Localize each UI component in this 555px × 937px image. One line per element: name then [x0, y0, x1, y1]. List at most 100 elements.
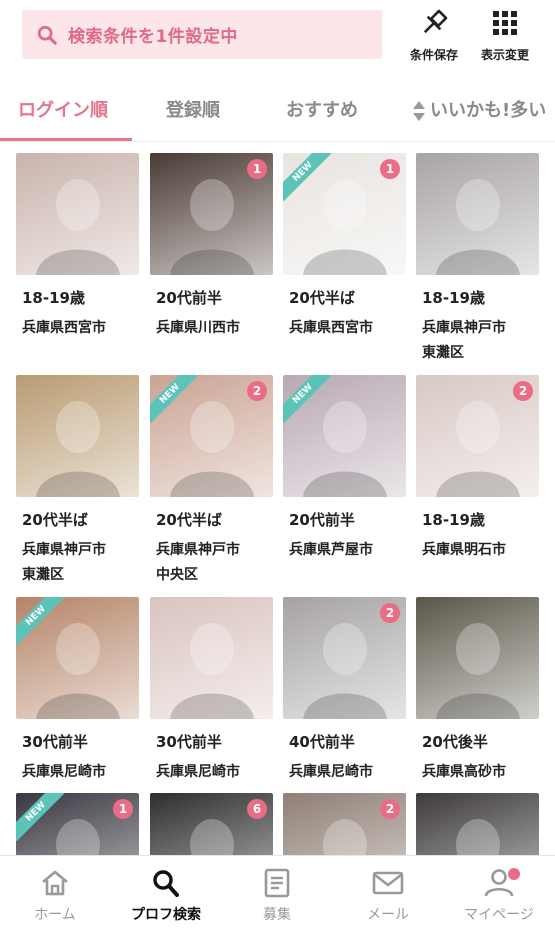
profile-card[interactable]: 18-19歳兵庫県西宮市 — [16, 153, 139, 341]
profile-location: 兵庫県川西市 — [156, 316, 273, 341]
nav-recruitment[interactable]: 募集 — [222, 868, 332, 924]
person-silhouette — [36, 401, 120, 497]
profile-location: 兵庫県高砂市 — [422, 760, 539, 785]
profile-location-ward: 東灘区 — [422, 345, 464, 361]
profile-photo: NEW 2 — [150, 375, 273, 497]
profile-location-city: 兵庫県尼崎市 — [22, 764, 106, 780]
profile-location: 兵庫県西宮市 — [289, 316, 406, 341]
new-ribbon-label: NEW — [283, 153, 331, 201]
tab-registration-order[interactable]: 登録順 — [166, 96, 220, 122]
profile-location-city: 兵庫県西宮市 — [289, 320, 373, 336]
profile-photo — [16, 153, 139, 275]
nav-mail-label: メール — [367, 907, 409, 923]
profile-age: 20代半ば — [156, 511, 222, 529]
profile-card[interactable]: 2 — [283, 793, 406, 855]
profile-card[interactable]: 18-19歳 兵庫県神戸市 東灘区 — [416, 153, 539, 366]
profile-card[interactable]: 2 40代前半 兵庫県尼崎市 — [283, 597, 406, 785]
home-icon — [42, 870, 68, 896]
new-ribbon-label: NEW — [16, 597, 64, 645]
nav-profile-search[interactable]: プロフ検索 — [111, 868, 221, 924]
profile-photo — [416, 153, 539, 275]
profile-card[interactable]: 6 — [150, 793, 273, 855]
display-change-label: 表示変更 — [480, 48, 529, 62]
profile-location-city: 兵庫県神戸市 — [22, 542, 106, 558]
new-ribbon: NEW — [283, 375, 331, 423]
profile-age: 18-19歳 — [422, 289, 485, 307]
photo-count-badge: 1 — [113, 799, 133, 819]
new-ribbon-label: NEW — [16, 793, 64, 841]
profile-location-city: 兵庫県西宮市 — [22, 320, 106, 336]
new-ribbon-label: NEW — [283, 375, 331, 423]
profile-location-city: 兵庫県芦屋市 — [289, 542, 373, 558]
profile-location: 兵庫県尼崎市 — [22, 760, 139, 785]
new-ribbon: NEW — [16, 597, 64, 645]
profile-photo: NEW 1 — [16, 793, 139, 855]
profile-card[interactable]: 20代後半兵庫県高砂市 — [416, 597, 539, 785]
grid-icon — [493, 11, 517, 35]
tabs-divider — [0, 141, 555, 142]
profile-age: 20代前半 — [156, 289, 222, 307]
profile-card[interactable]: 1 20代前半 兵庫県川西市 — [150, 153, 273, 341]
search-condition-label: 検索条件を1件設定中 — [68, 27, 238, 47]
tab-likes-most-label: いいかも!多い — [430, 100, 547, 121]
sort-icon — [413, 101, 425, 121]
profile-age: 20代半ば — [22, 511, 88, 529]
nav-mypage-label: マイページ — [464, 907, 534, 923]
display-change-button[interactable]: 表示変更 — [473, 8, 537, 63]
profile-photo — [416, 793, 539, 855]
nav-home-label: ホーム — [34, 907, 76, 923]
profile-location: 兵庫県尼崎市 — [156, 760, 273, 785]
profile-grid: 18-19歳 兵庫県西宮市 1 20代前半 兵庫県川西市 NEW 1 20代半ば 兵庫県西宮市 1… — [16, 153, 546, 855]
profile-location: 兵庫県芦屋市 — [289, 538, 406, 563]
profile-location: 兵庫県神戸市 東灘区 — [22, 538, 139, 588]
profile-card[interactable]: 20代半ば兵庫県神戸市 東灘区 — [16, 375, 139, 588]
profile-photo: 2 — [283, 793, 406, 855]
bottom-navigation: ホーム プロフ検索 募集 メール マイページ — [0, 855, 555, 937]
person-silhouette — [436, 623, 520, 719]
mail-icon — [372, 871, 404, 895]
profile-location-city: 兵庫県尼崎市 — [289, 764, 373, 780]
photo-count-badge: 2 — [513, 381, 533, 401]
photo-count-badge: 2 — [380, 603, 400, 623]
profile-card[interactable]: NEW 1 20代半ば兵庫県西宮市 — [283, 153, 406, 341]
search-icon — [37, 25, 57, 45]
profile-location: 兵庫県神戸市 中央区 — [156, 538, 273, 588]
profile-location: 兵庫県西宮市 — [22, 316, 139, 341]
profile-card[interactable]: NEW 30代前半兵庫県尼崎市 — [16, 597, 139, 785]
nav-mypage[interactable]: マイページ — [444, 868, 554, 924]
profile-photo: 2 — [416, 375, 539, 497]
profile-location: 兵庫県明石市 — [422, 538, 539, 563]
profile-card[interactable] — [416, 793, 539, 855]
notification-dot — [508, 868, 520, 880]
profile-location-city: 兵庫県尼崎市 — [156, 764, 240, 780]
photo-count-badge: 2 — [247, 381, 267, 401]
profile-age: 30代前半 — [22, 733, 88, 751]
profile-photo — [16, 375, 139, 497]
photo-count-badge: 1 — [380, 159, 400, 179]
tab-recommended[interactable]: おすすめ — [286, 96, 358, 122]
tab-likes-most[interactable]: いいかも!多い — [412, 96, 546, 122]
profile-age: 20代半ば — [289, 289, 355, 307]
profile-card[interactable]: NEW 2 20代半ば兵庫県神戸市 中央区 — [150, 375, 273, 588]
photo-count-badge: 2 — [380, 799, 400, 819]
nav-mail[interactable]: メール — [333, 868, 443, 924]
document-icon — [264, 868, 290, 898]
profile-location-city: 兵庫県川西市 — [156, 320, 240, 336]
profile-age: 18-19歳 — [422, 511, 485, 529]
tab-login-order[interactable]: ログイン順 — [18, 96, 108, 122]
profile-card[interactable]: NEW 1 — [16, 793, 139, 855]
nav-home[interactable]: ホーム — [0, 868, 110, 924]
profile-card[interactable]: 2 18-19歳兵庫県明石市 — [416, 375, 539, 563]
save-condition-button[interactable]: 条件保存 — [402, 8, 466, 63]
profile-location-city: 兵庫県明石市 — [422, 542, 506, 558]
profile-photo: NEW — [16, 597, 139, 719]
new-ribbon: NEW — [283, 153, 331, 201]
profile-age: 18-19歳 — [22, 289, 85, 307]
profile-card[interactable]: NEW 20代前半 兵庫県芦屋市 — [283, 375, 406, 563]
photo-count-badge: 6 — [247, 799, 267, 819]
profile-card[interactable]: 30代前半 兵庫県尼崎市 — [150, 597, 273, 785]
profile-location-city: 兵庫県高砂市 — [422, 764, 506, 780]
person-silhouette — [436, 179, 520, 275]
search-bar[interactable]: 検索条件を1件設定中 — [22, 10, 382, 59]
profile-age: 20代後半 — [422, 733, 488, 751]
